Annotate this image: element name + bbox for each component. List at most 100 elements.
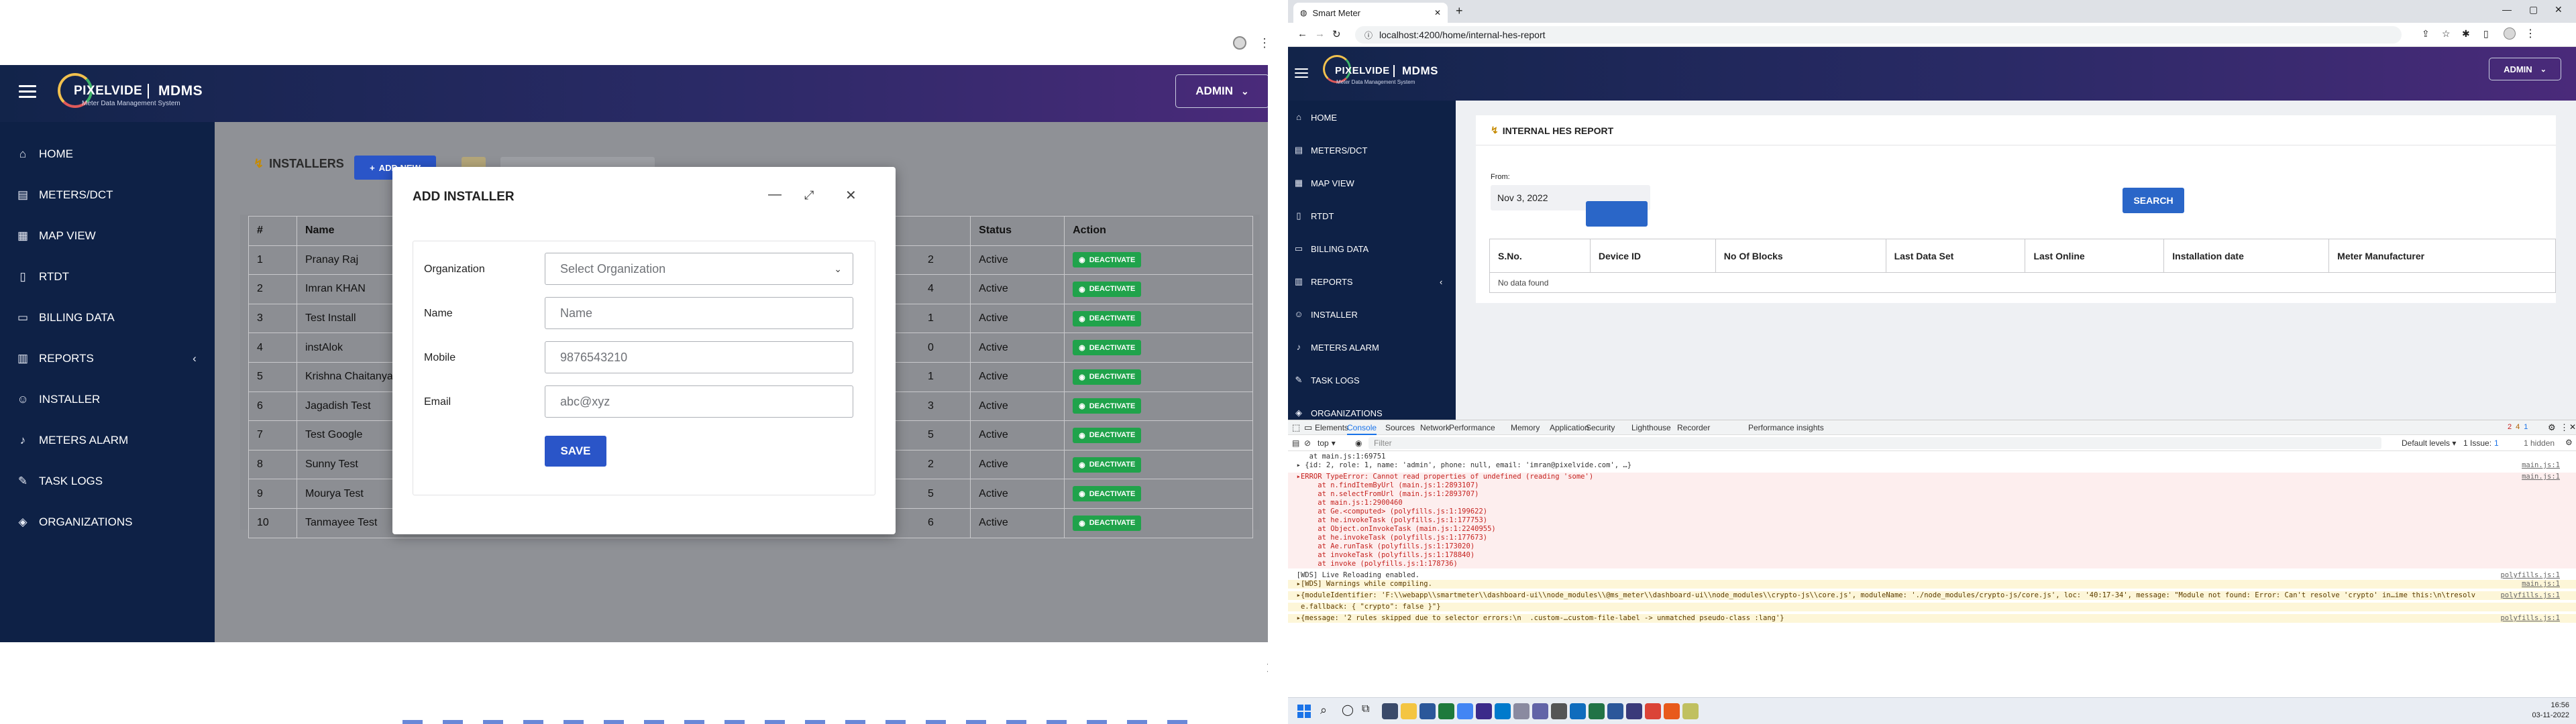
console-log-line[interactable]: at Object.onInvokeTask (main.js:1:224095… bbox=[1288, 525, 2576, 534]
log-levels-dropdown[interactable]: Default levels ▾ bbox=[2402, 438, 2456, 448]
console-log-line[interactable]: ▸ {id: 2, role: 1, name: 'admin', phone:… bbox=[1288, 461, 2576, 470]
window-close-icon[interactable]: ✕ bbox=[2555, 4, 2563, 15]
deactivate-button[interactable]: ◉ DEACTIVATE bbox=[1073, 310, 1142, 326]
sidebar-item-organizations[interactable]: ◈ ORGANIZATIONS bbox=[0, 509, 215, 536]
sidebar-item-meters[interactable]: ▤ METERS/DCT bbox=[0, 182, 215, 208]
sidebar-item-installer[interactable]: ☺ INSTALLER bbox=[1288, 306, 1456, 323]
save-button[interactable]: SAVE bbox=[545, 436, 606, 467]
devtools-tab[interactable]: Security bbox=[1586, 423, 1615, 432]
vscode-icon[interactable] bbox=[1495, 703, 1511, 719]
sidebar-item-task-logs[interactable]: ✎ TASK LOGS bbox=[1288, 371, 1456, 389]
sidebar-item-rtdt[interactable]: ▯ RTDT bbox=[1288, 207, 1456, 225]
hamburger-icon[interactable] bbox=[19, 85, 36, 99]
sidebar-item-billing-data[interactable]: ▭ BILLING DATA bbox=[0, 304, 215, 331]
devtools-tab[interactable]: Elements bbox=[1315, 423, 1348, 432]
devtools-close-icon[interactable]: ✕ bbox=[2569, 422, 2576, 432]
clock[interactable]: 16:56 03-11-2022 bbox=[2516, 701, 2569, 721]
app-icon-6[interactable] bbox=[1476, 703, 1492, 719]
url-field[interactable]: ⓘ localhost:4200/home/internal-hes-repor… bbox=[1355, 26, 2402, 44]
eye-icon[interactable]: ◉ bbox=[1355, 438, 1362, 448]
devtools-tab[interactable]: Performance insights bbox=[1748, 423, 1824, 432]
sidebar-item-installer[interactable]: ☺ INSTALLER bbox=[0, 386, 215, 413]
bookmark-star-icon[interactable]: ☆ bbox=[2442, 28, 2451, 40]
hamburger-icon[interactable] bbox=[1295, 68, 1308, 79]
teams-icon[interactable] bbox=[1532, 703, 1548, 719]
window-minimize-icon[interactable]: — bbox=[2502, 4, 2512, 15]
sidebar-item-task-logs[interactable]: ✎ TASK LOGS bbox=[0, 468, 215, 495]
devtools-menu-icon[interactable]: ⋮ bbox=[2560, 422, 2569, 433]
log-source-link[interactable]: polyfills.js:1 bbox=[2500, 614, 2560, 623]
app-icon-8[interactable] bbox=[1513, 703, 1529, 719]
settings-gear-icon[interactable]: ⚙ bbox=[2548, 422, 2556, 433]
console-filter-input[interactable]: Filter bbox=[1368, 437, 2381, 449]
console-log-line[interactable]: at he.invokeTask (polyfills.js:1:177673) bbox=[1288, 534, 2576, 542]
console-log-line[interactable]: at main.js:1:69751 bbox=[1288, 452, 2576, 461]
close-tab-icon[interactable]: ✕ bbox=[1434, 8, 1441, 17]
app-icon-4[interactable] bbox=[1438, 703, 1454, 719]
devtools-tab[interactable]: Lighthouse bbox=[1631, 423, 1671, 432]
profile-avatar[interactable] bbox=[2504, 27, 2516, 40]
share-icon[interactable]: ⇪ bbox=[2422, 28, 2430, 40]
console-log-line[interactable]: e.fallback: { "crypto": false }"} bbox=[1288, 603, 2576, 611]
console-log-line[interactable]: at he.invokeTask (polyfills.js:1:177753) bbox=[1288, 516, 2576, 525]
sidebar-item-home[interactable]: ⌂ HOME bbox=[1288, 109, 1456, 126]
deactivate-button[interactable]: ◉ DEACTIVATE bbox=[1073, 457, 1142, 473]
deactivate-button[interactable]: ◉ DEACTIVATE bbox=[1073, 252, 1142, 268]
devtools-tab[interactable]: Sources bbox=[1385, 423, 1415, 432]
log-source-link[interactable]: polyfills.js:1 bbox=[2500, 571, 2560, 580]
sidebar-item-reports[interactable]: ▥ REPORTS ‹ bbox=[1288, 273, 1456, 290]
browser-tab-smart-meter[interactable]: ◍ Smart Meter ✕ bbox=[1293, 3, 1448, 23]
console-log-line[interactable]: at Ge.<computed> (polyfills.js:1:199622) bbox=[1288, 507, 2576, 516]
new-tab-icon[interactable]: + bbox=[1456, 4, 1463, 18]
app-icon-1[interactable] bbox=[1382, 703, 1398, 719]
extensions-icon[interactable]: ✱ bbox=[2462, 28, 2470, 40]
log-source-link[interactable]: main.js:1 bbox=[2522, 473, 2560, 481]
deactivate-button[interactable]: ◉ DEACTIVATE bbox=[1073, 398, 1142, 414]
devtools-tab[interactable]: Memory bbox=[1511, 423, 1540, 432]
context-selector[interactable]: top ▾ bbox=[1318, 438, 1336, 448]
console-log-line[interactable]: ▸[WDS] Warnings while compiling. main.js:… bbox=[1288, 580, 2576, 589]
deactivate-button[interactable]: ◉ DEACTIVATE bbox=[1073, 340, 1142, 356]
clear-console-icon[interactable]: ⊘ bbox=[1304, 438, 1311, 448]
sidebar-item-meters[interactable]: ▤ METERS/DCT bbox=[1288, 141, 1456, 159]
console-log-line[interactable]: at Ae.runTask (polyfills.js:1:173020) bbox=[1288, 542, 2576, 551]
close-modal-icon[interactable]: ✕ bbox=[845, 187, 857, 204]
sidebar-item-home[interactable]: ⌂ HOME bbox=[0, 141, 215, 168]
devtools-tab[interactable]: Recorder bbox=[1677, 423, 1710, 432]
maximize-icon[interactable]: ⤢ bbox=[804, 188, 814, 202]
console-log-line[interactable]: ▸{message: '2 rules skipped due to selec… bbox=[1288, 614, 2576, 623]
devtools-badges[interactable]: 2 4 1 bbox=[2508, 423, 2528, 431]
sidebar-item-meters-alarm[interactable]: ♪ METERS ALARM bbox=[0, 427, 215, 454]
task-view-icon[interactable]: ⧉ bbox=[1362, 703, 1369, 715]
app-icon-16[interactable] bbox=[1664, 703, 1680, 719]
window-restore-icon[interactable]: ▢ bbox=[2529, 4, 2538, 15]
back-icon[interactable]: ← bbox=[1297, 28, 1307, 40]
sidebar-item-map-view[interactable]: ▦ MAP VIEW bbox=[1288, 174, 1456, 192]
app-icon-10[interactable] bbox=[1551, 703, 1567, 719]
kebab-menu-icon[interactable]: ⋮ bbox=[2525, 27, 2536, 40]
log-source-link[interactable]: main.js:1 bbox=[2522, 580, 2560, 589]
side-panel-icon[interactable]: ▯ bbox=[2483, 28, 2489, 40]
excel-icon[interactable] bbox=[1589, 703, 1605, 719]
sidebar-item-rtdt[interactable]: ▯ RTDT bbox=[0, 263, 215, 290]
inspect-icon[interactable]: ⬚ bbox=[1292, 422, 1300, 433]
deactivate-button[interactable]: ◉ DEACTIVATE bbox=[1073, 281, 1142, 297]
close-icon[interactable]: ✕ bbox=[1265, 659, 1268, 678]
devtools-tab[interactable]: Console bbox=[1347, 423, 1377, 435]
app-icon-15[interactable] bbox=[1645, 703, 1661, 719]
deactivate-button[interactable]: ◉ DEACTIVATE bbox=[1073, 427, 1142, 443]
file-explorer-icon[interactable] bbox=[1401, 703, 1417, 719]
windows-start-icon[interactable] bbox=[1297, 705, 1311, 718]
forward-icon[interactable]: → bbox=[1315, 28, 1325, 40]
search-icon[interactable]: ⌕ bbox=[1320, 703, 1327, 717]
reload-icon[interactable]: ↻ bbox=[1332, 28, 1341, 40]
log-source-link[interactable]: main.js:1 bbox=[2522, 461, 2560, 470]
issues-badge[interactable]: 1 Issue: 1 bbox=[2463, 438, 2499, 448]
organization-select[interactable]: Select Organization ⌄ bbox=[545, 253, 853, 285]
console-log-line[interactable]: at invoke (polyfills.js:1:178736) bbox=[1288, 560, 2576, 568]
word-icon[interactable] bbox=[1607, 703, 1623, 719]
console-log-line[interactable]: at n.selectFromUrl (main.js:1:2893707) bbox=[1288, 490, 2576, 499]
chrome-icon[interactable] bbox=[1457, 703, 1473, 719]
deactivate-button[interactable]: ◉ DEACTIVATE bbox=[1073, 515, 1142, 531]
console-log-line[interactable]: ▸ERROR TypeError: Cannot read properties… bbox=[1288, 473, 2576, 481]
